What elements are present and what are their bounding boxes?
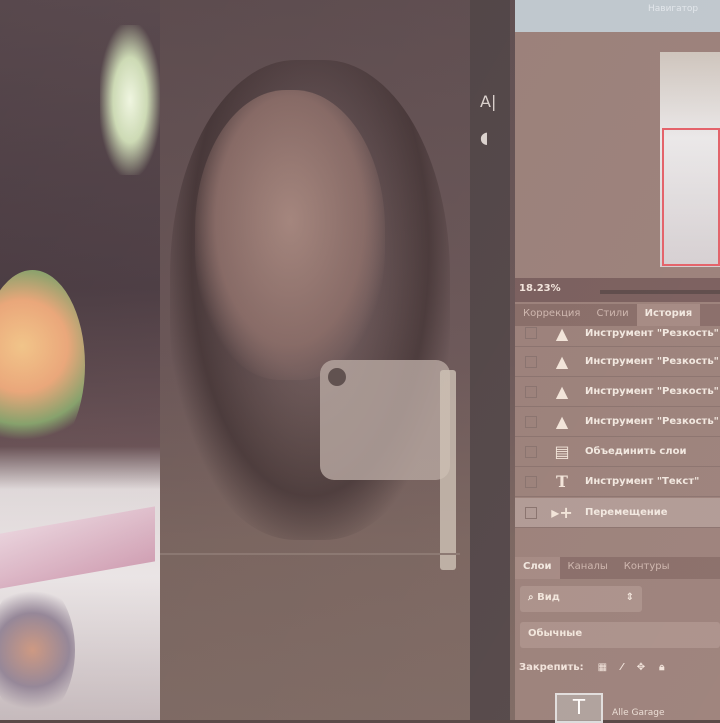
history-item-label: Инструмент "Резкость" [585,386,719,397]
checkbox[interactable] [525,355,537,368]
checkbox[interactable] [525,475,537,488]
lock-position-icon[interactable]: ✥ [637,662,645,673]
history-item-label: Инструмент "Резкость" [585,327,719,339]
sharpen-icon: ▲ [555,382,569,401]
history-item-selected[interactable]: ▸+ Перемещение [515,498,720,528]
phone-camera-icon [328,368,346,386]
reflection-face [195,90,385,380]
history-item[interactable]: ▲ Инструмент "Резкость" [515,407,720,437]
checkbox[interactable] [525,415,537,428]
lock-paint-icon[interactable]: ⁄ [621,662,623,673]
history-item-label: Инструмент "Резкость" [585,356,719,367]
history-item[interactable]: ▲ Инструмент "Резкость" [515,377,720,407]
checkbox[interactable] [525,445,537,458]
photo-window-light [100,25,160,175]
blend-mode-value: Обычные [528,628,583,639]
lock-label: Закрепить: [519,662,584,673]
navigator-view-box[interactable] [662,128,720,266]
tab-channels[interactable]: Каналы [560,557,616,579]
sharpen-icon: ▲ [555,412,569,431]
filter-value: Вид [537,592,560,603]
layer-name[interactable]: Alle Garage [612,708,665,718]
paragraph-panel-icon[interactable]: ◖ [480,128,488,147]
history-item-label: Объединить слои [585,446,687,457]
text-layer-thumbnail[interactable]: T [555,693,603,723]
history-item[interactable]: T Инструмент "Текст" [515,467,720,497]
lock-transparent-icon[interactable]: ▦ [598,662,607,673]
checkbox[interactable] [525,385,537,398]
navigator-title: Навигатор [648,4,699,14]
move-icon: ▸+ [551,503,573,522]
canvas-scrollbar[interactable] [440,370,456,570]
checkbox[interactable] [525,506,537,519]
tab-layers[interactable]: Слои [515,557,560,579]
search-icon: ⌕ [528,592,538,603]
history-item[interactable]: ▲ Инструмент "Резкость" [515,320,720,347]
tab-paths[interactable]: Контуры [616,557,678,579]
checkbox[interactable] [525,327,537,339]
zoom-value[interactable]: 18.23% [519,283,561,294]
history-item-label: Инструмент "Текст" [585,476,700,487]
lock-row: Закрепить: ▦ ⁄ ✥ 🔒︎ [519,662,664,673]
lock-all-icon[interactable]: 🔒︎ [659,662,664,673]
layer-filter-select[interactable]: ⌕ Вид ⇕ [520,586,642,612]
history-item-label: Перемещение [585,507,668,518]
canvas-edge [160,553,460,555]
character-panel-icon[interactable]: A| [480,92,496,111]
zoom-slider[interactable] [600,290,720,294]
blend-mode-select[interactable]: Обычные [520,622,720,648]
layers-tabs: Слои Каналы Контуры [515,557,720,579]
history-item[interactable]: ▲ Инструмент "Резкость" [515,347,720,377]
text-icon: T [556,472,568,491]
sharpen-icon: ▲ [555,323,569,343]
sharpen-icon: ▲ [555,352,569,371]
history-item-label: Инструмент "Резкость" [585,416,719,427]
history-item[interactable]: ▤ Объединить слои [515,437,720,467]
merge-icon: ▤ [554,442,570,461]
stepper-icon: ⇕ [625,592,634,603]
